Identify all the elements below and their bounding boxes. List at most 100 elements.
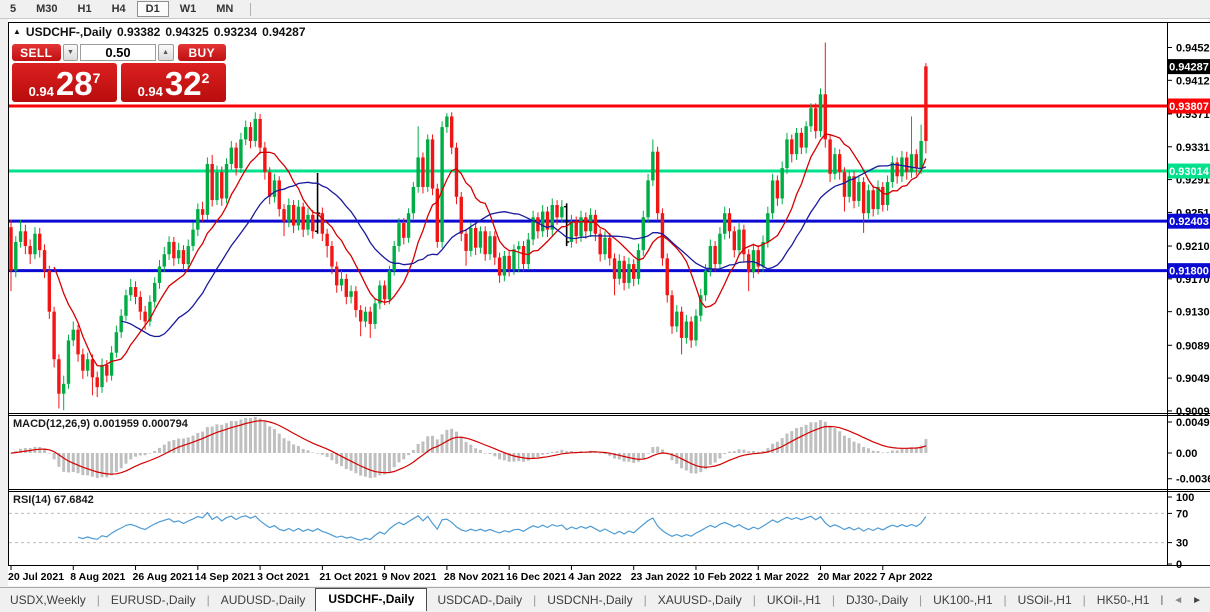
candle-body: [804, 126, 807, 147]
volume-increase-button[interactable]: ▲: [158, 44, 174, 61]
candle-body: [182, 250, 185, 264]
candle-body: [575, 221, 578, 236]
macd-bar: [738, 449, 741, 453]
candle-body: [292, 205, 295, 226]
volume-decrease-button[interactable]: ▼: [63, 44, 79, 61]
candle: [48, 266, 51, 319]
macd-bar: [431, 436, 434, 453]
candle-body: [407, 213, 410, 238]
timeframe-button-5[interactable]: 5: [1, 1, 25, 17]
tab-dj30-daily[interactable]: DJ30-,Daily: [836, 590, 918, 610]
macd-bar: [421, 441, 424, 453]
macd-bar: [268, 426, 271, 453]
macd-bar: [450, 429, 453, 453]
macd-bar: [541, 453, 544, 455]
candle-body: [484, 231, 487, 254]
candle-body: [541, 212, 544, 232]
macd-bar: [144, 453, 147, 455]
timeframe-button-d1[interactable]: D1: [137, 1, 169, 17]
macd-bar: [201, 432, 204, 453]
candle-body: [450, 116, 453, 147]
candle-body: [651, 152, 654, 181]
macd-bar: [177, 439, 180, 453]
tab-xauusd-daily[interactable]: XAUUSD-,Daily: [648, 590, 752, 610]
tab-uk100-h1[interactable]: UK100-,H1: [923, 590, 1002, 610]
tab-usdx-weekly[interactable]: USDX,Weekly: [0, 590, 96, 610]
tab-scroll-controls: | ◄ ►: [1160, 595, 1210, 606]
ohlc-close: 0.94287: [262, 25, 305, 39]
candle-body: [62, 384, 65, 394]
candle: [455, 143, 458, 205]
macd-bar: [853, 442, 856, 453]
macd-bar: [694, 453, 697, 474]
tab-hk50-h1[interactable]: HK50-,H1: [1087, 590, 1160, 610]
tab-scroll-left-icon[interactable]: ◄: [1173, 595, 1183, 606]
candle-body: [589, 215, 592, 231]
date-label: 14 Sep 2021: [195, 571, 255, 583]
macd-bar: [484, 453, 487, 454]
candle-body: [311, 215, 314, 231]
macd-bar: [407, 453, 410, 455]
timeframe-button-w1[interactable]: W1: [171, 1, 206, 17]
tab-usdchf-daily[interactable]: USDCHF-,Daily: [315, 588, 427, 611]
macd-bar: [67, 453, 70, 472]
timeframe-button-m30[interactable]: M30: [27, 1, 66, 17]
candle-body: [694, 316, 697, 341]
buy-button[interactable]: BUY: [178, 44, 227, 61]
tab-eurusd-daily[interactable]: EURUSD-,Daily: [101, 590, 206, 610]
candle-body: [838, 154, 841, 172]
date-label: 28 Nov 2021: [444, 571, 505, 583]
macd-bar: [230, 421, 233, 453]
macd-bar: [881, 453, 884, 454]
candle-body: [598, 234, 601, 255]
macd-bar: [809, 422, 812, 453]
macd-bar: [829, 426, 832, 453]
volume-input[interactable]: 0.50: [80, 44, 155, 61]
macd-bar: [91, 453, 94, 477]
macd-indicator-label: MACD(12,26,9) 0.001959 0.000794: [13, 418, 188, 430]
timeframe-button-h4[interactable]: H4: [103, 1, 135, 17]
candle-body: [862, 182, 865, 213]
candle-body: [733, 231, 736, 250]
candle-body: [809, 108, 812, 126]
candle-body: [790, 139, 793, 154]
tab-usoil-h1[interactable]: USOil-,H1: [1008, 590, 1082, 610]
tab-usdcnh-daily[interactable]: USDCNH-,Daily: [537, 590, 642, 610]
timeframe-button-mn[interactable]: MN: [207, 1, 242, 17]
macd-bar: [642, 453, 645, 458]
candle-body: [96, 377, 99, 387]
macd-bar: [479, 450, 482, 453]
macd-tick-label: 0.004913: [1176, 417, 1210, 429]
collapse-icon[interactable]: ▲: [13, 27, 21, 37]
macd-bar: [110, 453, 113, 475]
tab-scroll-right-icon[interactable]: ►: [1192, 595, 1202, 606]
sell-price-block[interactable]: 0.94 28 7: [12, 63, 117, 102]
price-tick-label: 0.94520: [1176, 43, 1210, 55]
buy-price-block[interactable]: 0.94 32 2: [121, 63, 226, 102]
candle-body: [158, 267, 161, 283]
macd-bar: [891, 451, 894, 453]
candle-body: [143, 312, 146, 322]
tab-usdcad-daily[interactable]: USDCAD-,Daily: [427, 590, 532, 610]
candle-body: [608, 238, 611, 259]
macd-bar: [833, 428, 836, 453]
timeframe-button-h1[interactable]: H1: [69, 1, 101, 17]
candle-body: [172, 242, 175, 258]
macd-bar: [196, 433, 199, 453]
sell-button[interactable]: SELL: [12, 44, 61, 61]
candle-body: [129, 287, 132, 295]
candle-body: [76, 330, 79, 355]
candle-body: [498, 258, 501, 276]
candle-body: [48, 271, 51, 312]
macd-bar: [292, 444, 295, 453]
tab-audusd-daily[interactable]: AUDUSD-,Daily: [211, 590, 316, 610]
macd-bar: [393, 453, 396, 467]
candle-body: [187, 246, 190, 264]
date-label: 26 Aug 2021: [133, 571, 194, 583]
price-badge-label: 0.91800: [1169, 266, 1209, 278]
tab-ukoil-h1[interactable]: UKOil-,H1: [757, 590, 831, 610]
candle-body: [522, 246, 525, 264]
candle: [67, 335, 70, 389]
ohlc-high: 0.94325: [165, 25, 208, 39]
buy-price-sup: 2: [202, 65, 210, 91]
